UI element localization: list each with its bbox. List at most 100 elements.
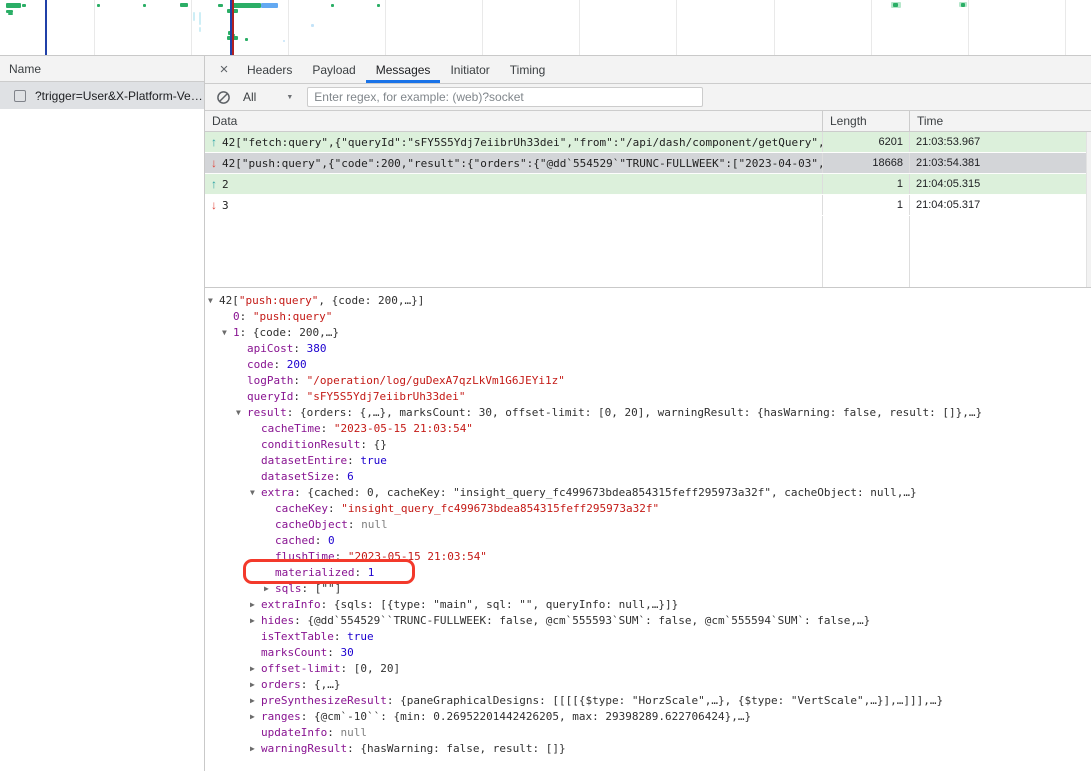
disclosure-triangle-open-icon[interactable]: ▼ xyxy=(250,485,261,501)
tree-line[interactable]: ▼result: {orders: {,…}, marksCount: 30, … xyxy=(205,405,1091,421)
message-row[interactable]: ↑42["fetch:query",{"queryId":"sFY5S5Ydj7… xyxy=(205,132,1091,153)
json-preview-text: : xyxy=(327,645,340,661)
request-row-selected[interactable]: ?trigger=User&X-Platform-Ve… xyxy=(0,82,204,109)
json-key: queryId xyxy=(247,389,293,405)
name-column-header[interactable]: Name xyxy=(0,56,204,82)
tree-line: cacheTime: "2023-05-15 21:03:54" xyxy=(205,421,1091,437)
column-header-data[interactable]: Data xyxy=(205,111,823,131)
json-key: conditionResult xyxy=(261,437,360,453)
received-arrow-icon: ↓ xyxy=(211,156,217,170)
disclosure-triangle-open-icon[interactable]: ▼ xyxy=(208,293,219,309)
overview-gridline xyxy=(871,0,872,55)
scrollbar-track[interactable] xyxy=(1086,132,1091,287)
overview-request-mark xyxy=(893,3,898,7)
json-number-value: 380 xyxy=(307,341,327,357)
overview-request-mark xyxy=(377,4,380,7)
json-key: 0 xyxy=(233,309,240,325)
tree-line[interactable]: ▼42["push:query", {code: 200,…}] xyxy=(205,293,1091,309)
json-preview-text: : [""] xyxy=(302,581,342,597)
disclosure-triangle-closed-icon[interactable]: ▶ xyxy=(250,741,261,757)
message-type-value: All xyxy=(243,90,256,104)
message-row[interactable]: ↓42["push:query",{"code":200,"result":{"… xyxy=(205,153,1091,174)
disclosure-triangle-closed-icon[interactable]: ▶ xyxy=(264,581,275,597)
json-number-value: 1 xyxy=(368,565,375,581)
json-preview-text: 42[ xyxy=(219,293,239,309)
data-cell: ↓3 xyxy=(205,195,823,215)
tree-line[interactable]: ▶ranges: {@cm`-10``: {min: 0.26952201442… xyxy=(205,709,1091,725)
time-cell: 21:03:54.381 xyxy=(910,153,1086,173)
json-key: extraInfo xyxy=(261,597,321,613)
json-key: updateInfo xyxy=(261,725,327,741)
json-key: orders xyxy=(261,677,301,693)
json-preview-text: , {code: 200,…}] xyxy=(318,293,424,309)
disclosure-triangle-closed-icon[interactable]: ▶ xyxy=(250,661,261,677)
tree-line: datasetEntire: true xyxy=(205,453,1091,469)
network-lower-split: Name ?trigger=User&X-Platform-Ve… × Head… xyxy=(0,56,1091,771)
message-row[interactable]: ↓3121:04:05.317 xyxy=(205,195,1091,216)
tab-initiator[interactable]: Initiator xyxy=(440,56,499,83)
disclosure-triangle-closed-icon[interactable]: ▶ xyxy=(250,677,261,693)
data-cell: ↑42["fetch:query",{"queryId":"sFY5S5Ydj7… xyxy=(205,132,823,152)
json-preview-text: : {,…} xyxy=(301,677,341,693)
tab-payload[interactable]: Payload xyxy=(302,56,365,83)
tab-timing[interactable]: Timing xyxy=(500,56,556,83)
tree-line[interactable]: ▶sqls: [""] xyxy=(205,581,1091,597)
chevron-down-icon: ▼ xyxy=(286,94,293,101)
frames-table-empty-area xyxy=(205,216,1091,287)
message-data-text: 2 xyxy=(222,178,229,191)
json-key: 1 xyxy=(233,325,240,341)
load-event-line xyxy=(232,0,234,55)
json-number-value: true xyxy=(360,453,387,469)
network-overview-strip[interactable] xyxy=(0,0,1091,56)
devtools-network-panel: Name ?trigger=User&X-Platform-Ve… × Head… xyxy=(0,0,1091,771)
details-tab-bar: × HeadersPayloadMessagesInitiatorTiming xyxy=(205,56,1091,84)
disclosure-triangle-closed-icon[interactable]: ▶ xyxy=(250,613,261,629)
tree-line[interactable]: ▶warningResult: {hasWarning: false, resu… xyxy=(205,741,1091,757)
json-string-value: "sFY5S5Ydj7eiibrUh33dei" xyxy=(307,389,466,405)
json-preview-text: : xyxy=(293,341,306,357)
json-key: cacheKey xyxy=(275,501,328,517)
tree-line[interactable]: ▼extra: {cached: 0, cacheKey: "insight_q… xyxy=(205,485,1091,501)
tree-line: materialized: 1 xyxy=(205,565,1091,581)
json-preview-text: : xyxy=(240,309,253,325)
tree-line: marksCount: 30 xyxy=(205,645,1091,661)
message-row[interactable]: ↑2121:04:05.315 xyxy=(205,174,1091,195)
overview-request-mark xyxy=(97,4,100,7)
disclosure-triangle-closed-icon[interactable]: ▶ xyxy=(250,597,261,613)
tab-headers[interactable]: Headers xyxy=(237,56,302,83)
overview-gridline xyxy=(94,0,95,55)
close-icon[interactable]: × xyxy=(211,56,237,83)
json-preview-text: : xyxy=(354,565,367,581)
received-arrow-icon: ↓ xyxy=(211,198,217,212)
overview-request-mark xyxy=(199,27,201,32)
disclosure-triangle-closed-icon[interactable]: ▶ xyxy=(250,709,261,725)
disclosure-triangle-closed-icon[interactable]: ▶ xyxy=(250,693,261,709)
sent-arrow-icon: ↑ xyxy=(211,135,217,149)
tree-line[interactable]: ▶preSynthesizeResult: {paneGraphicalDesi… xyxy=(205,693,1091,709)
json-string-value: "push:query" xyxy=(239,293,318,309)
json-key: extra xyxy=(261,485,294,501)
overview-gridline xyxy=(1065,0,1066,55)
tree-line[interactable]: ▶hides: {@dd`554529``TRUNC-FULLWEEK: fal… xyxy=(205,613,1091,629)
json-null-value: null xyxy=(340,725,367,741)
json-key: offset-limit xyxy=(261,661,340,677)
tab-messages[interactable]: Messages xyxy=(366,56,441,83)
tree-line: isTextTable: true xyxy=(205,629,1091,645)
time-cell: 21:04:05.317 xyxy=(910,195,1086,215)
disclosure-triangle-open-icon[interactable]: ▼ xyxy=(222,325,233,341)
block-filter-icon[interactable] xyxy=(216,90,231,105)
length-cell: 1 xyxy=(823,174,910,194)
tree-line[interactable]: ▶offset-limit: [0, 20] xyxy=(205,661,1091,677)
tree-line[interactable]: ▼1: {code: 200,…} xyxy=(205,325,1091,341)
tree-line[interactable]: ▶orders: {,…} xyxy=(205,677,1091,693)
json-key: result xyxy=(247,405,287,421)
message-type-dropdown[interactable]: All ▼ xyxy=(243,90,293,104)
column-header-length[interactable]: Length xyxy=(823,111,910,131)
tree-line[interactable]: ▶extraInfo: {sqls: [{type: "main", sql: … xyxy=(205,597,1091,613)
regex-filter-input[interactable] xyxy=(307,87,703,107)
json-preview-text: : {sqls: [{type: "main", sql: "", queryI… xyxy=(321,597,679,613)
column-header-time[interactable]: Time xyxy=(910,111,1086,131)
overview-request-mark xyxy=(22,4,26,7)
json-string-value: "2023-05-15 21:03:54" xyxy=(348,549,487,565)
disclosure-triangle-open-icon[interactable]: ▼ xyxy=(236,405,247,421)
